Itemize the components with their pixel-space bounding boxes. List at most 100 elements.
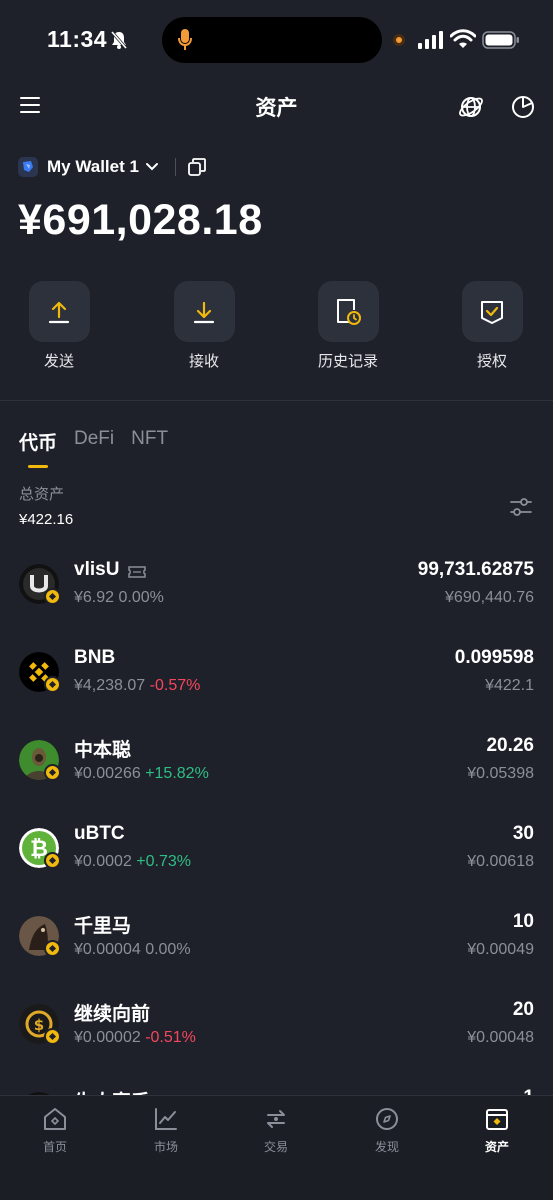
tab-tokens[interactable]: 代币 <box>19 428 57 455</box>
token-price: ¥0.0002 <box>74 853 132 870</box>
token-row[interactable]: 牛人富手 1 <box>0 1073 553 1095</box>
svg-text:$: $ <box>34 1016 44 1034</box>
microphone-icon <box>178 29 192 50</box>
history-button[interactable]: 历史记录 <box>303 281 393 371</box>
token-price: ¥6.92 <box>74 589 115 606</box>
token-price: ¥0.00004 <box>74 941 141 958</box>
token-price: ¥0.00002 <box>74 1029 141 1046</box>
token-change: +15.82% <box>145 765 209 782</box>
status-bar: 11:34 <box>0 0 553 80</box>
token-change: 0.00% <box>145 941 191 958</box>
approve-button-box[interactable] <box>461 281 523 342</box>
copy-icon[interactable] <box>188 158 206 176</box>
token-price: ¥0.00266 <box>74 765 141 782</box>
receive-label: 接收 <box>188 353 219 370</box>
approve-button[interactable]: 授权 <box>447 281 537 371</box>
wallet-name[interactable]: My Wallet 1 <box>47 157 139 177</box>
chevron-down-icon[interactable] <box>145 162 159 172</box>
history-icon <box>337 298 361 325</box>
token-change: -0.57% <box>149 677 201 694</box>
bell-off-icon <box>110 31 128 49</box>
token-name: BNB <box>74 647 116 668</box>
approve-icon <box>481 300 503 324</box>
nav-assets-label: 资产 <box>484 1140 509 1154</box>
receive-button-box[interactable] <box>173 281 235 342</box>
ticket-icon <box>128 566 146 578</box>
approve-label: 授权 <box>476 353 507 370</box>
token-name: uBTC <box>74 823 125 844</box>
token-value: ¥0.05398 <box>467 765 534 782</box>
token-row[interactable]: BNB ¥4,238.07 -0.57% 0.099598 ¥422.1 <box>0 633 553 721</box>
send-button-box[interactable] <box>28 281 90 342</box>
wifi-icon <box>450 29 476 48</box>
status-time: 11:34 <box>47 26 108 52</box>
token-price-line: ¥0.00002 -0.51% <box>74 1029 196 1047</box>
nav-market-label: 市场 <box>153 1140 178 1154</box>
nav-assets[interactable]: 资产 <box>462 1106 532 1155</box>
tab-defi[interactable]: DeFi <box>74 428 114 455</box>
nav-discover-label: 发现 <box>374 1140 399 1154</box>
token-amount: 10 <box>512 911 534 932</box>
token-change: +0.73% <box>136 853 192 870</box>
token-row[interactable]: 中本聪 ¥0.00266 +15.82% 20.26 ¥0.05398 <box>0 721 553 809</box>
token-change: 0.00% <box>118 589 164 606</box>
send-button[interactable]: 发送 <box>14 281 104 371</box>
token-amount: 20.26 <box>486 735 534 756</box>
token-row[interactable]: ₿ uBTC ¥0.0002 +0.73% 30 ¥0.00618 <box>0 809 553 897</box>
token-amount: 99,731.62875 <box>417 559 534 580</box>
filter-settings-icon[interactable] <box>509 496 533 518</box>
token-name: 继续向前 <box>74 1004 151 1025</box>
bnb-chain-badge-icon <box>44 676 61 693</box>
token-name: 中本聪 <box>74 740 132 761</box>
battery-icon <box>482 31 519 49</box>
upload-icon <box>48 301 70 323</box>
app-header: 资产 <box>0 82 553 130</box>
wallet-selector[interactable]: My Wallet 1 <box>18 152 206 182</box>
history-label: 历史记录 <box>317 353 378 370</box>
nav-discover[interactable]: 发现 <box>352 1106 422 1155</box>
nav-home-label: 首页 <box>42 1140 67 1154</box>
history-button-box[interactable] <box>317 281 379 342</box>
total-balance: ¥691,028.18 <box>18 196 263 244</box>
swap-icon <box>267 1110 285 1128</box>
token-price-line: ¥6.92 0.00% <box>74 589 164 607</box>
token-list: vlisU ¥6.92 0.00% 99,731.62875 ¥690,440.… <box>0 545 553 1095</box>
token-price-line: ¥0.0002 +0.73% <box>74 853 191 871</box>
token-amount: 30 <box>512 823 534 844</box>
tab-nft[interactable]: NFT <box>131 428 168 455</box>
token-name: 牛人富手 <box>74 1087 150 1095</box>
chart-icon <box>155 1108 177 1130</box>
bnb-chain-badge-icon <box>44 852 61 869</box>
signal-icon <box>418 31 443 49</box>
token-amount: 1 <box>523 1087 534 1095</box>
bottom-nav: 首页 市场 交易 发现 资产 <box>0 1095 553 1200</box>
bnb-chain-badge-icon <box>44 940 61 957</box>
asset-tabs: 代币 DeFi NFT <box>19 428 185 468</box>
total-assets-label: 总资产 <box>19 486 65 503</box>
nav-trade-label: 交易 <box>263 1140 288 1154</box>
nav-trade[interactable]: 交易 <box>241 1106 311 1155</box>
token-price-line: ¥4,238.07 -0.57% <box>74 677 200 695</box>
dynamic-island <box>162 17 382 63</box>
wallet-logo-icon <box>18 157 38 177</box>
token-price-line: ¥0.00266 +15.82% <box>74 765 209 783</box>
divider <box>174 158 176 176</box>
nav-home[interactable]: 首页 <box>20 1106 90 1155</box>
token-row[interactable]: $ 继续向前 ¥0.00002 -0.51% 20 ¥0.00048 <box>0 985 553 1073</box>
home-icon <box>44 1108 66 1130</box>
token-row[interactable]: 千里马 ¥0.00004 0.00% 10 ¥0.00049 <box>0 897 553 985</box>
network-globe-icon[interactable] <box>458 94 484 120</box>
token-name: vlisU <box>74 559 120 580</box>
pie-chart-icon[interactable] <box>510 94 536 120</box>
receive-button[interactable]: 接收 <box>159 281 249 371</box>
token-value: ¥0.00048 <box>467 1029 534 1046</box>
nav-market[interactable]: 市场 <box>131 1106 201 1155</box>
token-name: 千里马 <box>74 916 132 937</box>
token-row[interactable]: vlisU ¥6.92 0.00% 99,731.62875 ¥690,440.… <box>0 545 553 633</box>
token-amount: 0.099598 <box>454 647 534 668</box>
total-assets-value: ¥422.16 <box>19 511 74 528</box>
token-value: ¥0.00618 <box>467 853 534 870</box>
send-label: 发送 <box>43 353 74 370</box>
token-change: -0.51% <box>145 1029 196 1046</box>
bnb-chain-badge-icon <box>44 588 61 605</box>
